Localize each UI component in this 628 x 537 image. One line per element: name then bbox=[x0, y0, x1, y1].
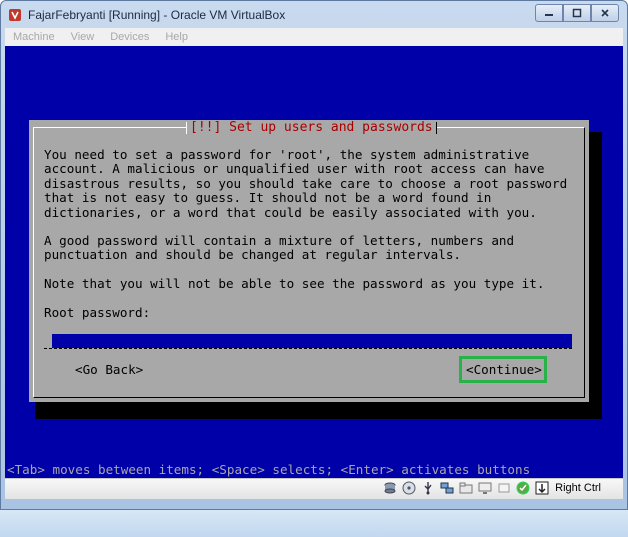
title-bar[interactable]: FajarFebryanti [Running] - Oracle VM Vir… bbox=[1, 1, 627, 28]
vm-display[interactable]: [!!] Set up users and passwords You need… bbox=[5, 46, 623, 478]
optical-drive-icon[interactable] bbox=[401, 480, 417, 496]
root-password-label: Root password: bbox=[44, 305, 151, 320]
close-button[interactable] bbox=[591, 4, 619, 22]
display-icon[interactable] bbox=[477, 480, 493, 496]
dialog-title: [!!] Set up users and passwords bbox=[186, 120, 437, 135]
virtualbox-window: FajarFebryanti [Running] - Oracle VM Vir… bbox=[0, 0, 628, 510]
status-icons: Right Ctrl bbox=[382, 480, 601, 496]
video-capture-icon[interactable] bbox=[496, 480, 512, 496]
continue-button[interactable]: <Continue> bbox=[466, 362, 542, 377]
go-back-button[interactable]: <Go Back> bbox=[75, 362, 143, 377]
password-field-underline bbox=[44, 345, 572, 349]
menu-devices[interactable]: Devices bbox=[102, 31, 157, 43]
dialog-paragraph-password-advice: A good password will contain a mixture o… bbox=[44, 233, 515, 263]
dialog-paragraph-hidden-input-note: Note that you will not be able to see th… bbox=[44, 276, 545, 291]
virtualbox-app-icon bbox=[8, 8, 22, 22]
menu-machine[interactable]: Machine bbox=[5, 31, 63, 43]
maximize-button[interactable] bbox=[563, 4, 591, 22]
menu-view[interactable]: View bbox=[63, 31, 103, 43]
vm-status-bar: Right Ctrl bbox=[5, 478, 623, 499]
minimize-button[interactable] bbox=[535, 4, 563, 22]
menu-help[interactable]: Help bbox=[157, 31, 196, 43]
hard-disk-icon[interactable] bbox=[382, 480, 398, 496]
keyboard-help-line: <Tab> moves between items; <Space> selec… bbox=[7, 462, 531, 477]
mouse-integration-icon[interactable] bbox=[534, 480, 550, 496]
usb-icon[interactable] bbox=[420, 480, 436, 496]
menu-bar: Machine View Devices Help bbox=[5, 28, 623, 47]
window-title: FajarFebryanti [Running] - Oracle VM Vir… bbox=[28, 7, 286, 22]
virtualization-icon[interactable] bbox=[515, 480, 531, 496]
network-icon[interactable] bbox=[439, 480, 455, 496]
window-controls bbox=[535, 4, 619, 22]
host-key-label: Right Ctrl bbox=[555, 482, 601, 494]
desktop-taskbar-strip bbox=[0, 510, 628, 537]
installer-dialog: [!!] Set up users and passwords You need… bbox=[29, 120, 589, 402]
shared-folders-icon[interactable] bbox=[458, 480, 474, 496]
dialog-paragraph-root-password-intro: You need to set a password for 'root', t… bbox=[44, 147, 568, 220]
